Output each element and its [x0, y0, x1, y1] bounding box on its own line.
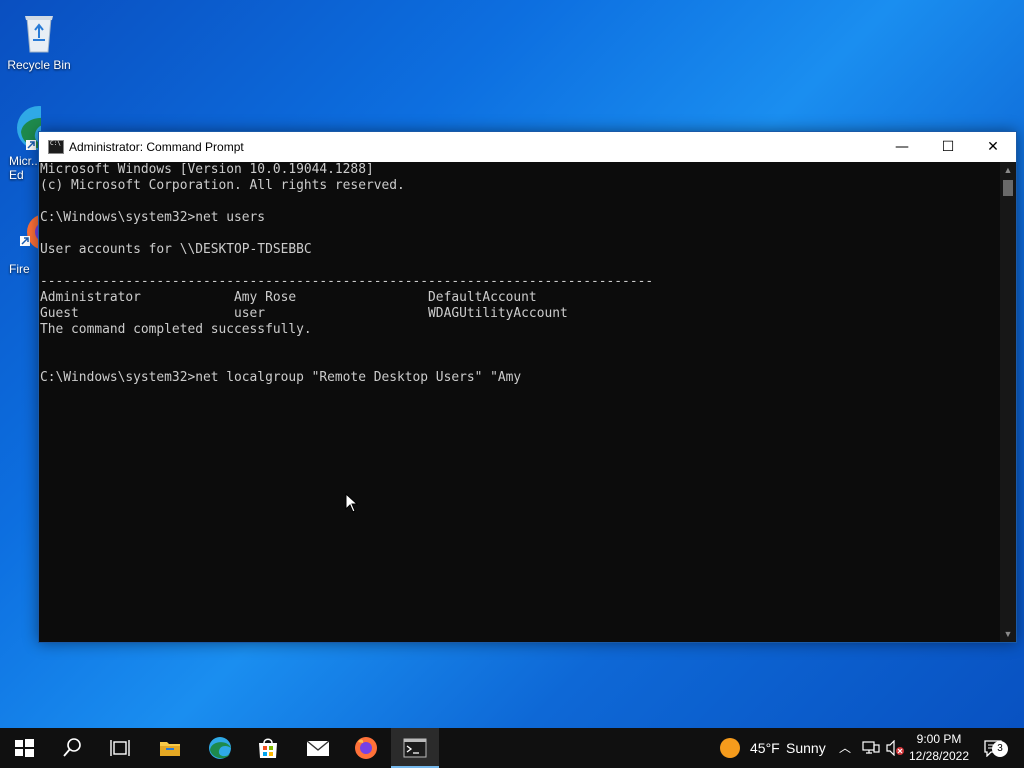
clock-time: 9:00 PM	[916, 732, 962, 746]
store-button[interactable]	[244, 728, 292, 768]
console-line: C:\Windows\system32>net users	[40, 210, 266, 225]
console-input-line[interactable]: C:\Windows\system32>net localgroup "Remo…	[39, 370, 1000, 386]
start-button[interactable]	[0, 728, 48, 768]
file-explorer-button[interactable]	[146, 728, 194, 768]
desktop-icon-edge[interactable]: Micr... Ed	[1, 104, 41, 182]
command-prompt-icon	[403, 738, 427, 758]
console-line: (c) Microsoft Corporation. All rights re…	[40, 178, 405, 193]
window-titlebar[interactable]: Administrator: Command Prompt — ☐ ✕	[39, 132, 1016, 162]
console-line: Microsoft Windows [Version 10.0.19044.12…	[40, 162, 374, 177]
mouse-pointer-icon	[345, 493, 359, 513]
show-hidden-icons-chevron-icon[interactable]: ︿	[839, 739, 851, 756]
folder-icon	[160, 742, 180, 756]
weather-condition[interactable]: Sunny	[786, 740, 826, 756]
notification-count-badge: 3	[992, 741, 1008, 757]
firefox-taskbar-button[interactable]	[342, 728, 390, 768]
console-output[interactable]: Microsoft Windows [Version 10.0.19044.12…	[39, 162, 1000, 642]
volume-muted-icon[interactable]	[885, 740, 905, 756]
cmd-taskbar-button[interactable]	[391, 728, 439, 768]
mail-icon	[306, 740, 330, 756]
desktop-icon-firefox[interactable]: Fire	[1, 212, 41, 276]
window-title: Administrator: Command Prompt	[69, 140, 244, 154]
windows-logo-icon	[15, 739, 34, 757]
edge-taskbar-button[interactable]	[196, 728, 244, 768]
scroll-up-arrow-icon[interactable]: ▲	[1000, 162, 1016, 178]
edge-icon	[13, 104, 41, 152]
close-button[interactable]: ✕	[970, 132, 1016, 162]
weather-temperature[interactable]: 45°F	[750, 740, 780, 756]
edge-icon	[209, 737, 231, 759]
minimize-button[interactable]: —	[879, 132, 925, 162]
console-line: User accounts for \\DESKTOP-TDSEBBC	[40, 242, 312, 257]
desktop-icon-label: Micr... Ed	[9, 154, 41, 182]
console-line: Guest user WDAGUtilityAccount	[40, 306, 568, 321]
store-icon	[259, 738, 277, 758]
firefox-icon	[13, 212, 41, 260]
maximize-button[interactable]: ☐	[925, 132, 971, 162]
search-icon	[63, 738, 81, 757]
desktop-icon-label: Fire	[9, 262, 30, 276]
console-line: ----------------------------------------…	[40, 274, 654, 289]
clock-date: 12/28/2022	[908, 749, 970, 763]
firefox-icon	[355, 737, 377, 759]
scroll-thumb[interactable]	[1003, 180, 1013, 196]
recycle-bin-icon	[15, 8, 63, 56]
console-line: Administrator Amy Rose DefaultAccount	[40, 290, 537, 305]
scroll-down-arrow-icon[interactable]: ▼	[1000, 626, 1016, 642]
command-prompt-window[interactable]: Administrator: Command Prompt — ☐ ✕ Micr…	[38, 131, 1017, 643]
task-view-icon	[110, 740, 130, 756]
weather-sun-icon[interactable]	[719, 737, 741, 759]
task-view-button[interactable]	[96, 728, 144, 768]
taskbar: 45°F Sunny ︿ 9:00 PM 12/28/2022 3	[0, 728, 1024, 768]
vertical-scrollbar[interactable]: ▲ ▼	[1000, 162, 1016, 642]
taskbar-clock[interactable]: 9:00 PM 12/28/2022	[904, 731, 974, 765]
cmd-app-icon[interactable]	[48, 140, 64, 154]
network-icon[interactable]	[862, 740, 880, 756]
mail-button[interactable]	[294, 728, 342, 768]
desktop-icon-recycle-bin[interactable]: Recycle Bin	[1, 8, 77, 72]
desktop-icon-label: Recycle Bin	[7, 58, 71, 72]
search-button[interactable]	[48, 728, 96, 768]
console-line: The command completed successfully.	[40, 322, 312, 337]
